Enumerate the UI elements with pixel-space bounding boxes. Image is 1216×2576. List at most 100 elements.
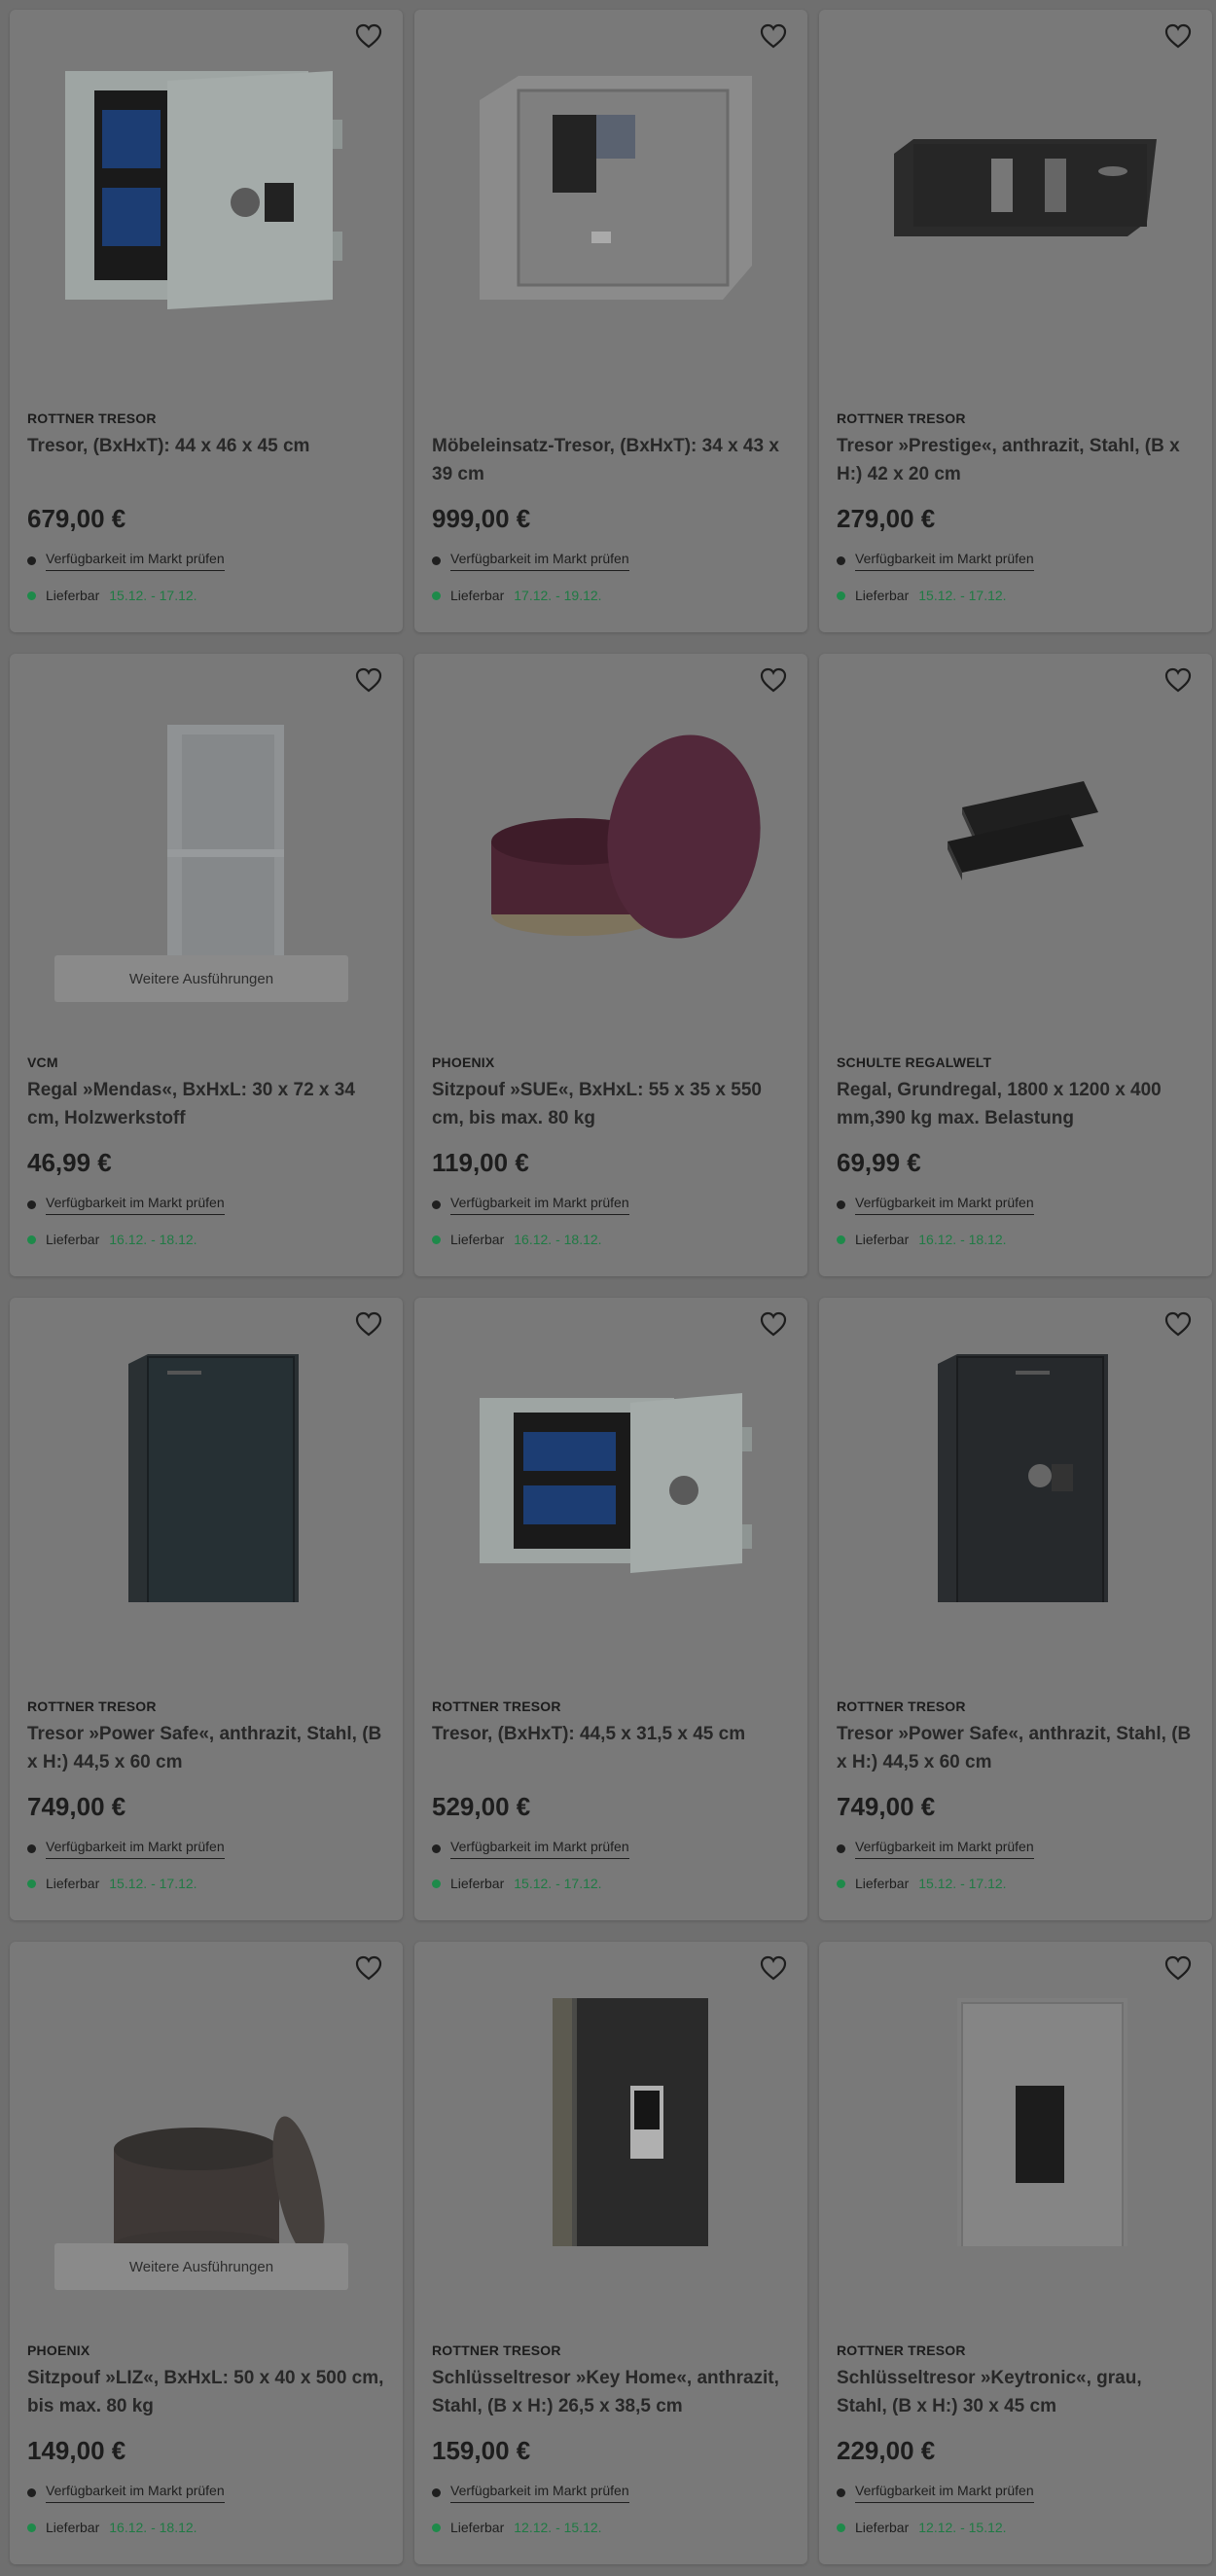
product-brand: ROTTNER TRESOR xyxy=(837,1699,966,1714)
product-card[interactable]: Weitere Ausführungen VCM Regal »Mendas«,… xyxy=(10,654,403,1276)
product-title[interactable]: Tresor, (BxHxT): 44,5 x 31,5 x 45 cm xyxy=(432,1720,792,1748)
product-image[interactable] xyxy=(29,1971,383,2268)
availability-check[interactable]: Verfügbarkeit im Markt prüfen xyxy=(837,551,1034,571)
availability-check[interactable]: Verfügbarkeit im Markt prüfen xyxy=(432,1195,629,1215)
availability-check[interactable]: Verfügbarkeit im Markt prüfen xyxy=(432,2483,629,2503)
delivery-label: Lieferbar xyxy=(46,1232,100,1247)
available-dot-icon xyxy=(27,1878,36,1888)
product-title[interactable]: Tresor »Power Safe«, anthrazit, Stahl, (… xyxy=(27,1720,387,1776)
status-dot-icon xyxy=(27,1200,36,1209)
status-dot-icon xyxy=(837,2488,845,2497)
availability-check[interactable]: Verfügbarkeit im Markt prüfen xyxy=(837,1195,1034,1215)
product-price: 749,00 € xyxy=(27,1792,126,1821)
product-image[interactable] xyxy=(839,683,1193,980)
product-title[interactable]: Sitzpouf »LIZ«, BxHxL: 50 x 40 x 500 cm,… xyxy=(27,2364,387,2420)
product-image[interactable] xyxy=(434,39,788,336)
product-image[interactable] xyxy=(29,39,383,336)
product-brand: SCHULTE REGALWELT xyxy=(837,1055,992,1070)
delivery-dates: 16.12. - 18.12. xyxy=(109,1232,197,1247)
available-dot-icon xyxy=(432,590,441,600)
available-dot-icon xyxy=(27,590,36,600)
availability-check[interactable]: Verfügbarkeit im Markt prüfen xyxy=(27,1195,225,1215)
status-dot-icon xyxy=(837,1200,845,1209)
delivery-info: Lieferbar 15.12. - 17.12. xyxy=(27,1876,197,1891)
availability-check[interactable]: Verfügbarkeit im Markt prüfen xyxy=(837,1839,1034,1859)
product-image[interactable] xyxy=(434,1971,788,2268)
product-title[interactable]: Regal, Grundregal, 1800 x 1200 x 400 mm,… xyxy=(837,1076,1197,1132)
product-card[interactable]: ROTTNER TRESOR Tresor »Power Safe«, anth… xyxy=(10,1298,403,1920)
product-brand: ROTTNER TRESOR xyxy=(837,411,966,426)
product-title[interactable]: Regal »Mendas«, BxHxL: 30 x 72 x 34 cm, … xyxy=(27,1076,387,1132)
delivery-dates: 12.12. - 15.12. xyxy=(918,2520,1007,2535)
availability-check[interactable]: Verfügbarkeit im Markt prüfen xyxy=(837,2483,1034,2503)
product-card[interactable]: ROTTNER TRESOR Schlüsseltresor »Key Home… xyxy=(414,1942,807,2564)
delivery-info: Lieferbar 12.12. - 15.12. xyxy=(432,2520,602,2535)
available-dot-icon xyxy=(837,1234,845,1244)
product-image[interactable] xyxy=(434,1327,788,1624)
delivery-info: Lieferbar 15.12. - 17.12. xyxy=(27,588,197,603)
availability-link[interactable]: Verfügbarkeit im Markt prüfen xyxy=(855,2483,1034,2503)
product-card[interactable]: ROTTNER TRESOR Schlüsseltresor »Keytroni… xyxy=(819,1942,1212,2564)
more-variants-button[interactable]: Weitere Ausführungen xyxy=(54,955,348,1002)
availability-link[interactable]: Verfügbarkeit im Markt prüfen xyxy=(855,1195,1034,1215)
product-image[interactable] xyxy=(29,683,383,980)
availability-link[interactable]: Verfügbarkeit im Markt prüfen xyxy=(855,551,1034,571)
availability-link[interactable]: Verfügbarkeit im Markt prüfen xyxy=(46,551,225,571)
availability-link[interactable]: Verfügbarkeit im Markt prüfen xyxy=(855,1839,1034,1859)
grey-pouf-icon xyxy=(114,2115,325,2246)
product-card[interactable]: Weitere Ausführungen PHOENIX Sitzpouf »L… xyxy=(10,1942,403,2564)
product-card[interactable]: ROTTNER TRESOR Tresor »Prestige«, anthra… xyxy=(819,10,1212,632)
availability-check[interactable]: Verfügbarkeit im Markt prüfen xyxy=(432,551,629,571)
availability-check[interactable]: Verfügbarkeit im Markt prüfen xyxy=(27,1839,225,1859)
availability-check[interactable]: Verfügbarkeit im Markt prüfen xyxy=(432,1839,629,1859)
available-dot-icon xyxy=(837,1878,845,1888)
product-brand: VCM xyxy=(27,1055,58,1070)
product-card[interactable]: ROTTNER TRESOR Tresor, (BxHxT): 44,5 x 3… xyxy=(414,1298,807,1920)
product-title[interactable]: Möbeleinsatz-Tresor, (BxHxT): 34 x 43 x … xyxy=(432,432,792,488)
product-image[interactable] xyxy=(839,1971,1193,2268)
availability-link[interactable]: Verfügbarkeit im Markt prüfen xyxy=(46,2483,225,2503)
product-card[interactable]: SCHULTE REGALWELT Regal, Grundregal, 180… xyxy=(819,654,1212,1276)
delivery-label: Lieferbar xyxy=(855,1876,910,1891)
product-image[interactable] xyxy=(839,39,1193,336)
product-price: 279,00 € xyxy=(837,504,936,533)
delivery-info: Lieferbar 16.12. - 18.12. xyxy=(837,1232,1007,1247)
availability-link[interactable]: Verfügbarkeit im Markt prüfen xyxy=(450,1839,629,1859)
product-title[interactable]: Tresor »Power Safe«, anthrazit, Stahl, (… xyxy=(837,1720,1197,1776)
product-image[interactable] xyxy=(434,683,788,980)
product-card[interactable]: ROTTNER TRESOR Tresor, (BxHxT): 44 x 46 … xyxy=(10,10,403,632)
delivery-dates: 15.12. - 17.12. xyxy=(109,1876,197,1891)
product-price: 679,00 € xyxy=(27,504,126,533)
tall-anthracite-safe-icon xyxy=(128,1353,299,1602)
product-price: 119,00 € xyxy=(432,1148,529,1177)
tall-anthracite-safe-keypad-icon xyxy=(938,1353,1108,1602)
product-title[interactable]: Tresor »Prestige«, anthrazit, Stahl, (B … xyxy=(837,432,1197,488)
black-shelf-boards-icon xyxy=(948,780,1098,880)
more-variants-button[interactable]: Weitere Ausführungen xyxy=(54,2243,348,2290)
product-title[interactable]: Schlüsseltresor »Keytronic«, grau, Stahl… xyxy=(837,2364,1197,2420)
status-dot-icon xyxy=(27,2488,36,2497)
availability-link[interactable]: Verfügbarkeit im Markt prüfen xyxy=(450,551,629,571)
product-title[interactable]: Schlüsseltresor »Key Home«, anthrazit, S… xyxy=(432,2364,792,2420)
product-image[interactable] xyxy=(29,1327,383,1624)
product-title[interactable]: Sitzpouf »SUE«, BxHxL: 55 x 35 x 550 cm,… xyxy=(432,1076,792,1132)
product-card[interactable]: ROTTNER TRESOR Tresor »Power Safe«, anth… xyxy=(819,1298,1212,1920)
availability-link[interactable]: Verfügbarkeit im Markt prüfen xyxy=(46,1195,225,1215)
product-card[interactable]: PHOENIX Sitzpouf »SUE«, BxHxL: 55 x 35 x… xyxy=(414,654,807,1276)
grey-safe-keypad-icon xyxy=(480,75,752,300)
delivery-label: Lieferbar xyxy=(855,1232,910,1247)
product-price: 46,99 € xyxy=(27,1148,112,1177)
availability-link[interactable]: Verfügbarkeit im Markt prüfen xyxy=(450,2483,629,2503)
product-image[interactable] xyxy=(839,1327,1193,1624)
product-card[interactable]: Möbeleinsatz-Tresor, (BxHxT): 34 x 43 x … xyxy=(414,10,807,632)
available-dot-icon xyxy=(837,590,845,600)
product-price: 149,00 € xyxy=(27,2436,126,2465)
flat-anthracite-safe-icon xyxy=(894,138,1157,236)
availability-check[interactable]: Verfügbarkeit im Markt prüfen xyxy=(27,2483,225,2503)
availability-check[interactable]: Verfügbarkeit im Markt prüfen xyxy=(27,551,225,571)
availability-link[interactable]: Verfügbarkeit im Markt prüfen xyxy=(450,1195,629,1215)
availability-link[interactable]: Verfügbarkeit im Markt prüfen xyxy=(46,1839,225,1859)
product-brand: ROTTNER TRESOR xyxy=(432,2343,561,2358)
product-title[interactable]: Tresor, (BxHxT): 44 x 46 x 45 cm xyxy=(27,432,387,460)
key-safe-anthracite-icon xyxy=(553,1997,708,2246)
